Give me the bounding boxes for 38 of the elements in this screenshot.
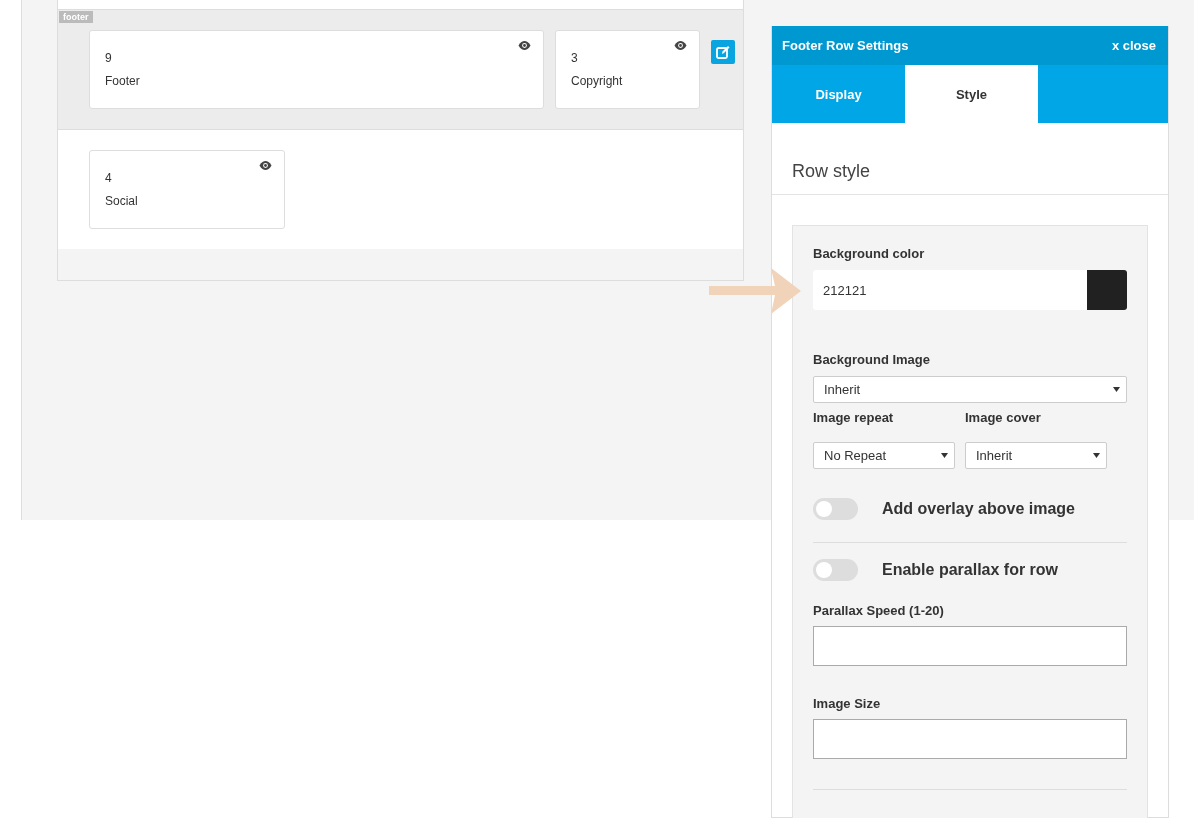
edit-button[interactable] — [711, 40, 735, 64]
edit-icon — [716, 45, 730, 59]
module-number: 9 — [105, 51, 113, 65]
caret-icon — [1093, 453, 1100, 458]
module-title: Copyright — [571, 74, 623, 88]
section-title: Row style — [791, 160, 872, 183]
dropdown[interactable]: Inherit — [813, 376, 1127, 403]
dropdown[interactable]: Inherit — [965, 442, 1107, 469]
text-input[interactable] — [813, 719, 1127, 759]
caret-icon — [1113, 387, 1120, 392]
color-input[interactable]: 212121 — [813, 270, 1087, 310]
field-label: Parallax Speed (1-20) — [813, 603, 945, 618]
field-label: Image Size — [813, 696, 882, 711]
color-swatch[interactable] — [1087, 270, 1127, 310]
module-number: 4 — [105, 171, 113, 185]
caret-icon — [941, 453, 948, 458]
module-title: Social — [105, 194, 138, 208]
field-label: Image cover — [965, 410, 1042, 425]
module-title: Footer — [105, 74, 140, 88]
toggle-switch[interactable] — [813, 498, 858, 520]
row-label: footer — [59, 11, 93, 23]
module-number: 3 — [571, 51, 579, 65]
toggle-label: Enable parallax for row — [882, 561, 1059, 579]
toggle-switch[interactable] — [813, 559, 858, 581]
eye-icon — [674, 41, 687, 50]
field-label: Image repeat — [813, 410, 895, 425]
eye-icon — [259, 161, 272, 170]
dropdown[interactable]: No Repeat — [813, 442, 955, 469]
tab[interactable]: Style — [905, 65, 1038, 123]
field-label: Background color — [813, 246, 926, 261]
module-card[interactable]: 9 Footer — [89, 30, 544, 109]
module-card[interactable]: 3 Copyright — [555, 30, 700, 109]
panel-title: Footer Row Settings — [782, 38, 909, 53]
module-card[interactable]: 4 Social — [89, 150, 285, 229]
text-input[interactable] — [813, 626, 1127, 666]
field-label: Background Image — [813, 352, 932, 367]
toggle-label: Add overlay above image — [882, 500, 1075, 518]
eye-icon — [518, 41, 531, 50]
